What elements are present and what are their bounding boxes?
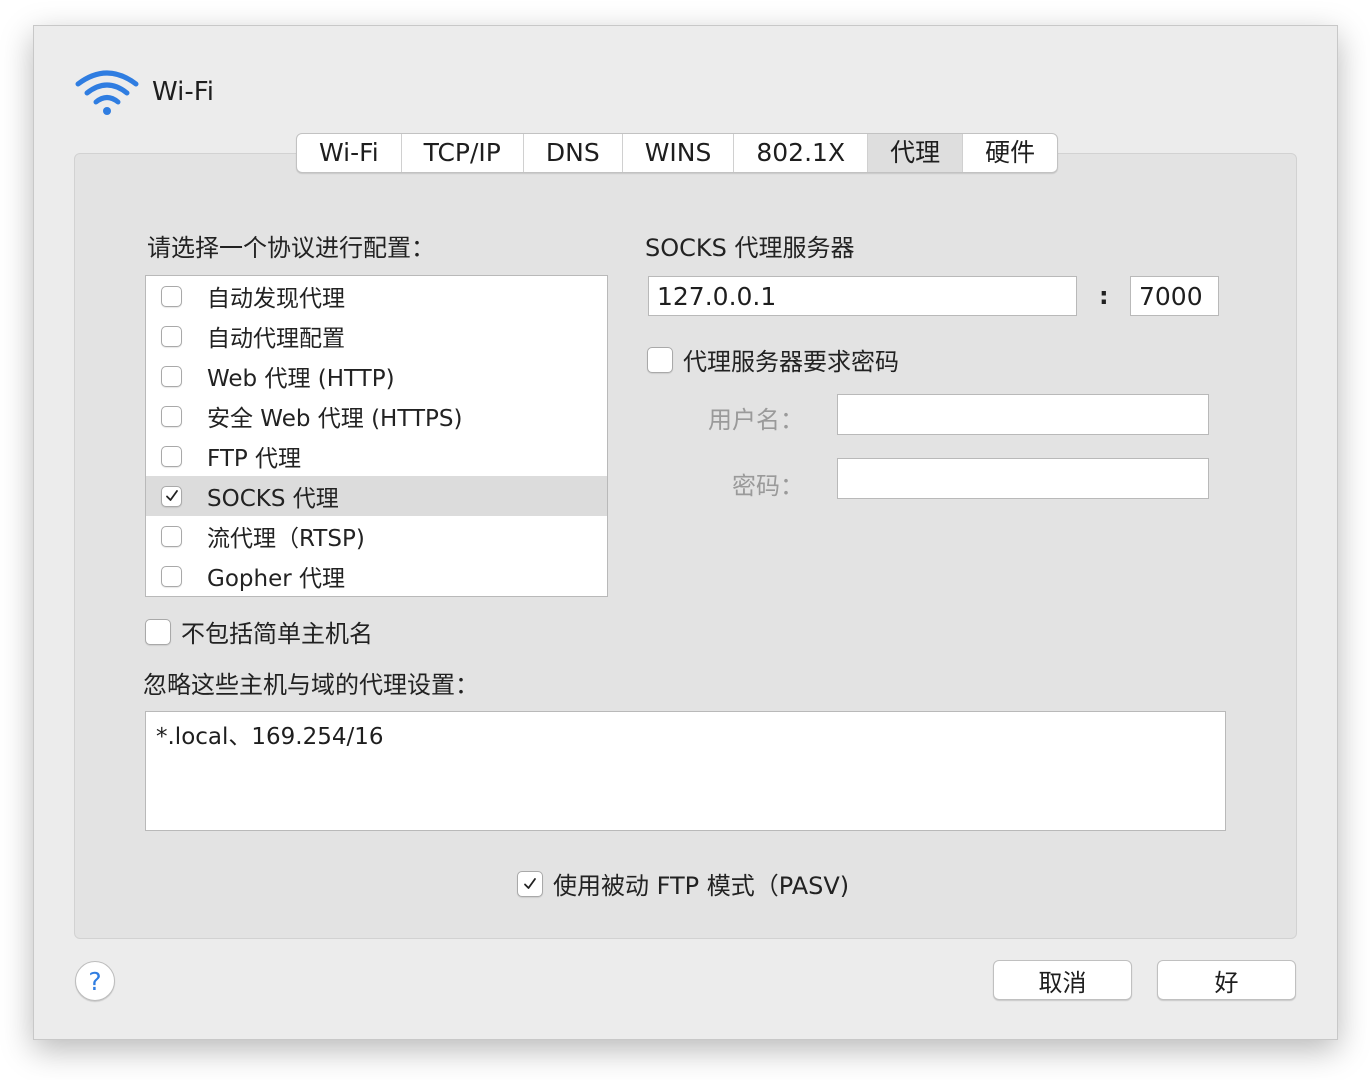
protocol-checkbox[interactable] [161,445,182,467]
username-label: 用户名： [708,406,804,434]
protocol-item-rtsp[interactable]: 流代理（RTSP) [146,516,607,556]
protocol-label: SOCKS 代理 [207,486,339,512]
network-settings-window: Wi-Fi Wi-Fi TCP/IP DNS WINS 802.1X 代理 硬件… [33,25,1338,1040]
protocol-item-ftp[interactable]: FTP 代理 [146,436,607,476]
protocol-checkbox[interactable] [161,365,182,387]
tab-8021x[interactable]: 802.1X [734,134,869,172]
tab-wins[interactable]: WINS [623,134,735,172]
ok-button[interactable]: 好 [1157,960,1296,1000]
protocol-item-auto-discovery[interactable]: 自动发现代理 [146,276,607,316]
cancel-button[interactable]: 取消 [993,960,1132,1000]
tab-bar: Wi-Fi TCP/IP DNS WINS 802.1X 代理 硬件 [296,133,1059,173]
wifi-icon [75,70,139,115]
protocol-item-socks[interactable]: SOCKS 代理 [146,476,607,516]
pasv-row[interactable]: 使用被动 FTP 模式（PASV) [517,866,849,901]
pasv-label: 使用被动 FTP 模式（PASV) [553,872,850,900]
protocol-label: Gopher 代理 [207,566,345,592]
protocol-label: 自动发现代理 [207,286,345,312]
password-input[interactable] [837,458,1209,499]
protocol-label: 自动代理配置 [207,326,345,352]
tab-tcpip[interactable]: TCP/IP [402,134,524,172]
protocol-label: FTP 代理 [207,446,302,472]
protocol-checkbox[interactable] [161,525,182,547]
requires-password-row[interactable]: 代理服务器要求密码 [647,342,899,377]
protocol-label: 流代理（RTSP) [207,526,365,552]
checkmark-icon [524,877,536,889]
socks-server-title: SOCKS 代理服务器 [645,234,855,262]
window-header: Wi-Fi [74,66,214,118]
protocol-list[interactable]: 自动发现代理 自动代理配置 Web 代理 (HTTP) 安全 Web 代理 (H… [145,275,608,597]
exclude-simple-hostnames-label: 不包括简单主机名 [181,620,373,648]
window-title: Wi-Fi [152,77,215,107]
protocol-item-http[interactable]: Web 代理 (HTTP) [146,356,607,396]
exclude-simple-hostnames-checkbox[interactable] [145,618,171,645]
protocol-item-gopher[interactable]: Gopher 代理 [146,556,607,596]
tab-hardware[interactable]: 硬件 [963,134,1057,172]
pasv-checkbox[interactable] [517,870,543,897]
protocol-list-label: 请选择一个协议进行配置： [147,234,435,262]
bypass-label: 忽略这些主机与域的代理设置： [143,671,479,699]
tab-proxy[interactable]: 代理 [868,134,964,172]
protocol-checkbox[interactable] [161,285,182,307]
bypass-hosts-textarea[interactable]: *.local、169.254/16 [145,711,1226,831]
checkmark-icon [165,490,178,501]
protocol-checkbox[interactable] [161,565,182,587]
exclude-simple-hostnames-row[interactable]: 不包括简单主机名 [145,614,373,649]
help-button[interactable]: ? [75,961,115,1001]
protocol-item-https[interactable]: 安全 Web 代理 (HTTPS) [146,396,607,436]
tab-dns[interactable]: DNS [524,134,623,172]
protocol-checkbox[interactable] [161,485,182,507]
tab-wifi[interactable]: Wi-Fi [297,134,402,172]
requires-password-label: 代理服务器要求密码 [683,348,899,376]
socks-server-input[interactable]: 127.0.0.1 [648,276,1077,316]
username-input[interactable] [837,394,1209,435]
protocol-checkbox[interactable] [161,405,182,427]
protocol-checkbox[interactable] [161,325,182,347]
port-separator: : [1099,282,1109,310]
socks-port-input[interactable]: 7000 [1130,276,1219,316]
protocol-item-auto-config[interactable]: 自动代理配置 [146,316,607,356]
protocol-label: 安全 Web 代理 (HTTPS) [207,406,463,432]
protocol-label: Web 代理 (HTTP) [207,366,395,392]
requires-password-checkbox[interactable] [647,346,673,373]
password-label: 密码： [732,472,804,500]
